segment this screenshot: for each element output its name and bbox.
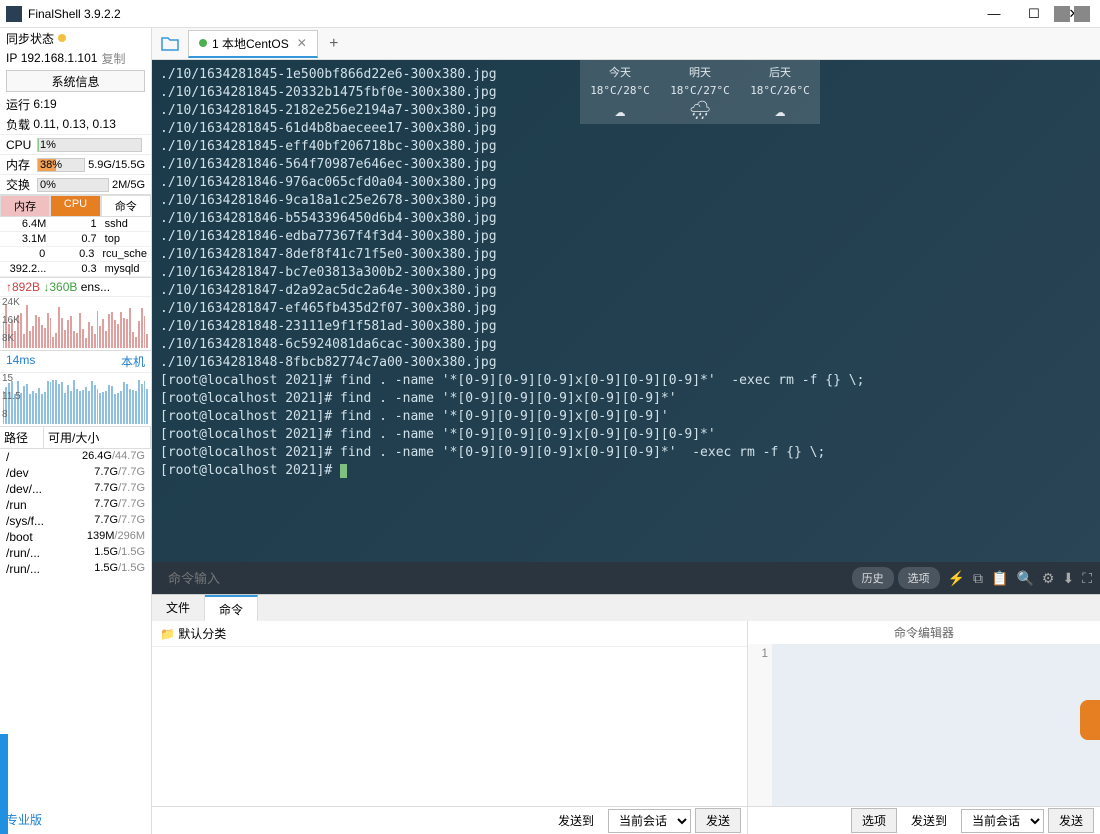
sendto-label: 发送到 xyxy=(548,809,604,832)
add-tab-button[interactable]: + xyxy=(322,32,346,56)
weather-widget: 今天18°C/28°C☁明天18°C/27°C🌧后天18°C/26°C☁ xyxy=(580,60,820,124)
folder-icon[interactable] xyxy=(158,34,182,54)
latency-row: 14ms 本机 xyxy=(0,350,151,372)
taskbar-fragment xyxy=(0,734,8,834)
bolt-icon[interactable]: ⚡ xyxy=(948,570,965,587)
latency-sparkline: 15 11.5 8 xyxy=(0,372,151,426)
options-button[interactable]: 选项 xyxy=(898,567,940,589)
process-row[interactable]: 3.1M0.7top xyxy=(0,232,151,247)
path-row[interactable]: /run/...1.5G/1.5G xyxy=(0,561,151,577)
sync-status: 同步状态 xyxy=(0,28,151,48)
cpu-meter: CPU 1% xyxy=(0,134,151,154)
terminal-line: ./10/1634281847-d2a92ac5dc2a64e-300x380.… xyxy=(160,282,1092,300)
sysinfo-button[interactable]: 系统信息 xyxy=(6,70,145,92)
terminal-line: ./10/1634281848-23111e9f1f581ad-300x380.… xyxy=(160,318,1092,336)
terminal-line: ./10/1634281847-8def8f41c71f5e0-300x380.… xyxy=(160,246,1092,264)
status-dot-icon xyxy=(58,34,66,42)
status-dot-icon xyxy=(199,39,207,47)
editor-title: 命令编辑器 xyxy=(748,621,1100,644)
terminal-line: [root@localhost 2021]# find . -name '*[0… xyxy=(160,390,1092,408)
session-select[interactable]: 当前会话 xyxy=(608,809,691,833)
network-sparkline: 24K 16K 8K xyxy=(0,296,151,350)
path-row[interactable]: /run/...1.5G/1.5G xyxy=(0,545,151,561)
close-tab-icon[interactable]: ✕ xyxy=(297,36,307,50)
terminal-line: ./10/1634281848-6c5924081da6cac-300x380.… xyxy=(160,336,1092,354)
tabbar: 1 本地CentOS ✕ + xyxy=(152,28,1100,60)
command-list[interactable] xyxy=(152,647,747,806)
path-row[interactable]: /dev7.7G/7.7G xyxy=(0,465,151,481)
terminal-line: ./10/1634281846-b5543396450d6b4-300x380.… xyxy=(160,210,1092,228)
options-button-2[interactable]: 选项 xyxy=(851,808,897,833)
category-default[interactable]: 📁 默认分类 xyxy=(152,621,747,647)
app-icon xyxy=(6,6,22,22)
titlebar: FinalShell 3.9.2.2 — ☐ ✕ xyxy=(0,0,1100,28)
copy-icon[interactable]: ⧉ xyxy=(973,570,983,587)
terminal-line: ./10/1634281846-edba77367f4f3d4-300x380.… xyxy=(160,228,1092,246)
minimize-button[interactable]: — xyxy=(974,2,1014,26)
uptime-row: 运行 6:19 xyxy=(0,94,151,114)
list-view-icon[interactable] xyxy=(1074,6,1090,22)
path-row[interactable]: /boot139M/296M xyxy=(0,529,151,545)
send-button-2[interactable]: 发送 xyxy=(1048,808,1094,833)
process-row[interactable]: 392.2...0.3mysqld xyxy=(0,262,151,277)
fullscreen-icon[interactable]: ⛶ xyxy=(1082,570,1092,587)
tab-centos[interactable]: 1 本地CentOS ✕ xyxy=(188,30,318,58)
mem-meter: 内存 38% 5.9G/15.5G xyxy=(0,154,151,174)
terminal-line: [root@localhost 2021]# find . -name '*[0… xyxy=(160,372,1092,390)
path-row[interactable]: /run7.7G/7.7G xyxy=(0,497,151,513)
bottom-panel: 文件 命令 📁 默认分类 发送到 当前会话 发送 命令编辑器 1 xyxy=(152,594,1100,834)
terminal-line: ./10/1634281846-976ac065cfd0a04-300x380.… xyxy=(160,174,1092,192)
editor-textarea[interactable] xyxy=(772,644,1100,806)
app-title: FinalShell 3.9.2.2 xyxy=(28,7,974,21)
command-input[interactable] xyxy=(160,571,848,586)
process-header: 内存 CPU 命令 xyxy=(0,194,151,217)
path-row[interactable]: /dev/...7.7G/7.7G xyxy=(0,481,151,497)
weather-day: 后天18°C/26°C☁ xyxy=(740,60,820,124)
terminal-line: ./10/1634281845-eff40bf206718bc-300x380.… xyxy=(160,138,1092,156)
copy-ip-button[interactable]: 复制 xyxy=(101,50,125,67)
path-row[interactable]: /26.4G/44.7G xyxy=(0,449,151,465)
grid-view-icon[interactable] xyxy=(1054,6,1070,22)
terminal-line: ./10/1634281847-bc7e03813a300b2-300x380.… xyxy=(160,264,1092,282)
send-button[interactable]: 发送 xyxy=(695,808,741,833)
terminal-line: [root@localhost 2021]# find . -name '*[0… xyxy=(160,426,1092,444)
terminal-line: ./10/1634281847-ef465fb435d2f07-300x380.… xyxy=(160,300,1092,318)
paste-icon[interactable]: 📋 xyxy=(991,570,1008,587)
load-row: 负载 0.11, 0.13, 0.13 xyxy=(0,114,151,134)
process-row[interactable]: 6.4M1sshd xyxy=(0,217,151,232)
tab-command[interactable]: 命令 xyxy=(205,595,258,621)
terminal-line: ./10/1634281846-9ca18a1c25e2678-300x380.… xyxy=(160,192,1092,210)
maximize-button[interactable]: ☐ xyxy=(1014,2,1054,26)
terminal-line: [root@localhost 2021]# find . -name '*[0… xyxy=(160,408,1092,426)
download-icon[interactable]: ⬇ xyxy=(1062,570,1074,587)
tab-file[interactable]: 文件 xyxy=(152,595,205,621)
network-row: ↑892B ↓360B ens... xyxy=(0,277,151,296)
cursor-icon xyxy=(340,464,347,478)
path-row[interactable]: /sys/f...7.7G/7.7G xyxy=(0,513,151,529)
weather-day: 今天18°C/28°C☁ xyxy=(580,60,660,124)
search-icon[interactable]: 🔍 xyxy=(1016,570,1033,587)
command-bar: 历史 选项 ⚡ ⧉ 📋 🔍 ⚙ ⬇ ⛶ xyxy=(152,562,1100,594)
process-row[interactable]: 00.3rcu_sche xyxy=(0,247,151,262)
line-gutter: 1 xyxy=(748,644,772,806)
terminal[interactable]: 今天18°C/28°C☁明天18°C/27°C🌧后天18°C/26°C☁ ./1… xyxy=(152,60,1100,562)
path-header: 路径 可用/大小 xyxy=(0,426,151,449)
pro-link[interactable]: 专业版 xyxy=(0,805,151,834)
terminal-line: ./10/1634281846-564f70987e646ec-300x380.… xyxy=(160,156,1092,174)
history-button[interactable]: 历史 xyxy=(852,567,894,589)
terminal-line: [root@localhost 2021]# find . -name '*[0… xyxy=(160,444,1092,462)
weather-day: 明天18°C/27°C🌧 xyxy=(660,60,740,124)
ip-row: IP 192.168.1.101 复制 xyxy=(0,48,151,68)
edge-widget-icon[interactable] xyxy=(1080,700,1100,740)
view-buttons[interactable] xyxy=(1054,6,1090,22)
gear-icon[interactable]: ⚙ xyxy=(1042,570,1055,587)
sidebar: 同步状态 IP 192.168.1.101 复制 系统信息 运行 6:19 负载… xyxy=(0,28,152,834)
terminal-line: ./10/1634281848-8fbcb82774c7a00-300x380.… xyxy=(160,354,1092,372)
session-select-2[interactable]: 当前会话 xyxy=(961,809,1044,833)
ip-value: 192.168.1.101 xyxy=(21,51,98,65)
swap-meter: 交换 0% 2M/5G xyxy=(0,174,151,194)
